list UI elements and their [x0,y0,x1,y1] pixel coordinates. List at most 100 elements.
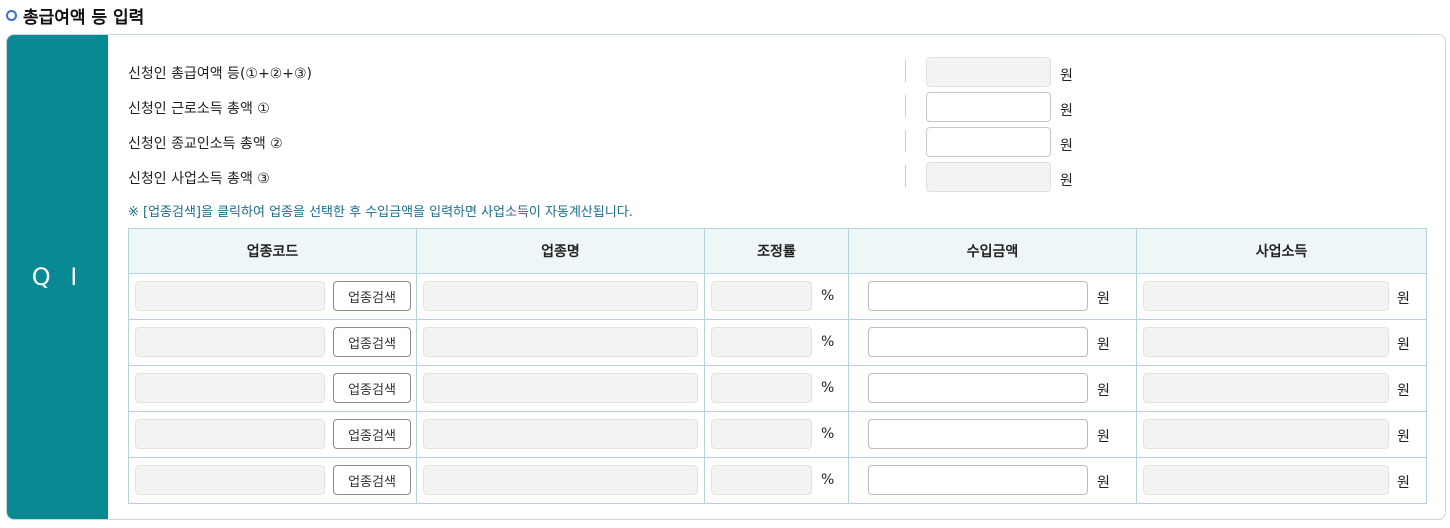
cell-business-code: 업종검색 [128,457,417,504]
revenue-input[interactable] [868,373,1088,403]
cell-business-code: 업종검색 [128,319,417,366]
table-row: 업종검색% 원 원 [128,319,1427,366]
business-income-field [1143,281,1389,311]
percent-unit: % [821,426,835,442]
business-name-field [423,419,698,449]
won-unit: 원 [1097,383,1110,399]
cell-business-name [416,457,705,504]
cell-adjust-rate: % [704,457,849,504]
cell-business-income: 원 [1136,319,1427,366]
divider [905,60,906,82]
total-income-field [926,57,1051,87]
cell-adjust-rate: % [704,411,849,458]
business-income-field [1143,419,1389,449]
cell-adjust-rate: % [704,273,849,320]
table-row: 업종검색% 원 원 [128,457,1427,504]
header-business-code: 업종코드 [128,228,417,274]
divider [905,165,906,187]
table-body: 업종검색% 원 원 업종검색% 원 원 업종검색% 원 원 업종검색% 원 원 업종검색% 원 원 [128,273,1427,504]
adjust-rate-field [711,281,812,311]
won-unit: 원 [1097,429,1110,445]
revenue-input[interactable] [868,419,1088,449]
side-label: Q I [7,35,108,519]
percent-unit: % [821,472,835,488]
business-code-field [135,327,325,357]
cell-adjust-rate: % [704,319,849,366]
total-income-label: 신청인 총급여액 등(①+②+③) [128,66,312,82]
cell-business-name [416,273,705,320]
won-unit: 원 [1060,68,1073,84]
panel-content: 신청인 총급여액 등(①+②+③) 원 신청인 근로소득 총액 ① 원 신청인 … [108,35,1445,519]
business-name-field [423,281,698,311]
percent-unit: % [821,334,835,350]
divider [905,130,906,152]
business-name-field [423,465,698,495]
section-header: 총급여액 등 입력 [6,4,145,28]
cell-revenue: 원 [848,411,1137,458]
won-unit: 원 [1097,291,1110,307]
religious-income-row: 신청인 종교인소득 총액 ② 원 [128,127,1438,157]
cell-business-income: 원 [1136,457,1427,504]
earned-income-row: 신청인 근로소득 총액 ① 원 [128,92,1438,122]
header-business-income: 사업소득 [1136,228,1427,274]
circle-bullet-icon [6,9,17,21]
cell-business-name [416,365,705,412]
religious-income-label: 신청인 종교인소득 총액 ② [128,136,283,152]
notice-text: ※ [업종검색]을 클릭하여 업종을 선택한 후 수입금액을 입력하면 사업소득… [128,205,633,220]
business-type-table: 업종코드 업종명 조정률 수입금액 사업소득 업종검색% 원 원 업종검색% 원 원 업종검… [128,228,1427,504]
religious-income-field[interactable] [926,127,1051,157]
header-revenue: 수입금액 [848,228,1137,274]
won-unit: 원 [1060,138,1073,154]
won-unit: 원 [1397,337,1410,353]
business-name-field [423,327,698,357]
adjust-rate-field [711,465,812,495]
business-code-field [135,281,325,311]
business-search-button[interactable]: 업종검색 [333,327,411,357]
cell-business-income: 원 [1136,411,1427,458]
business-income-total-label: 신청인 사업소득 총액 ③ [128,171,270,187]
won-unit: 원 [1397,291,1410,307]
cell-business-name [416,319,705,366]
percent-unit: % [821,380,835,396]
won-unit: 원 [1097,337,1110,353]
business-search-button[interactable]: 업종검색 [333,419,411,449]
business-search-button[interactable]: 업종검색 [333,373,411,403]
business-code-field [135,465,325,495]
header-business-name: 업종명 [416,228,705,274]
won-unit: 원 [1060,173,1073,189]
section-title: 총급여액 등 입력 [23,7,145,28]
cell-business-code: 업종검색 [128,273,417,320]
cell-business-income: 원 [1136,273,1427,320]
adjust-rate-field [711,327,812,357]
revenue-input[interactable] [868,327,1088,357]
income-input-panel: Q I 신청인 총급여액 등(①+②+③) 원 신청인 근로소득 총액 ① 원 … [6,34,1446,520]
table-header-row: 업종코드 업종명 조정률 수입금액 사업소득 [128,228,1427,274]
business-income-field [1143,465,1389,495]
cell-adjust-rate: % [704,365,849,412]
percent-unit: % [821,288,835,304]
divider [905,95,906,117]
won-unit: 원 [1097,475,1110,491]
cell-revenue: 원 [848,365,1137,412]
revenue-input[interactable] [868,465,1088,495]
earned-income-field[interactable] [926,92,1051,122]
business-income-field [1143,373,1389,403]
won-unit: 원 [1397,383,1410,399]
business-code-field [135,419,325,449]
table-row: 업종검색% 원 원 [128,273,1427,320]
cell-revenue: 원 [848,273,1137,320]
cell-revenue: 원 [848,319,1137,366]
business-search-button[interactable]: 업종검색 [333,465,411,495]
won-unit: 원 [1397,429,1410,445]
revenue-input[interactable] [868,281,1088,311]
cell-business-code: 업종검색 [128,365,417,412]
business-income-total-field [926,162,1051,192]
header-adjust-rate: 조정률 [704,228,849,274]
business-code-field [135,373,325,403]
business-income-total-row: 신청인 사업소득 총액 ③ 원 [128,162,1438,192]
table-row: 업종검색% 원 원 [128,411,1427,458]
cell-business-code: 업종검색 [128,411,417,458]
cell-revenue: 원 [848,457,1137,504]
business-income-field [1143,327,1389,357]
business-search-button[interactable]: 업종검색 [333,281,411,311]
